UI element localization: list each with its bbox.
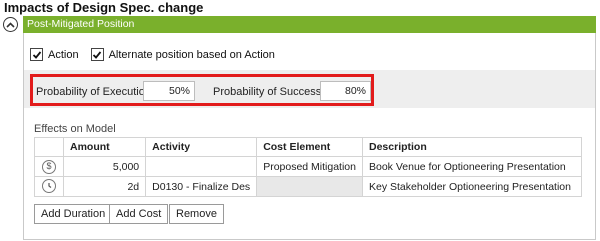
duration-clock-icon bbox=[41, 179, 56, 193]
checkmark-icon bbox=[32, 50, 41, 59]
action-checkbox-label: Action bbox=[48, 48, 79, 61]
table-row[interactable]: 2d D0130 - Finalize Des Key Stakeholder … bbox=[34, 176, 582, 197]
execution-probability-input[interactable]: 50% bbox=[143, 81, 195, 101]
effects-section-label: Effects on Model bbox=[34, 123, 116, 135]
option-checkboxes: Action Alternate position based on Actio… bbox=[30, 48, 287, 61]
action-checkbox[interactable] bbox=[30, 48, 43, 61]
row-icon-cell: $ bbox=[34, 156, 64, 177]
alternate-position-checkbox[interactable] bbox=[90, 48, 104, 61]
alternate-position-label: Alternate position based on Action bbox=[108, 48, 275, 61]
success-probability-input[interactable]: 80% bbox=[320, 81, 371, 101]
remove-button[interactable]: Remove bbox=[169, 204, 224, 224]
post-mitigated-panel: Action Alternate position based on Actio… bbox=[23, 33, 596, 240]
cost-element-cell[interactable]: Proposed Mitigation bbox=[256, 156, 363, 177]
row-icon-cell bbox=[34, 176, 64, 197]
column-header-description[interactable]: Description bbox=[362, 137, 582, 157]
effects-table: Amount Activity Cost Element Description… bbox=[34, 137, 582, 197]
column-header-activity[interactable]: Activity bbox=[145, 137, 258, 157]
add-cost-button[interactable]: Add Cost bbox=[109, 204, 169, 224]
chevron-up-icon bbox=[6, 21, 15, 28]
column-header-amount[interactable]: Amount bbox=[62, 137, 147, 157]
table-row[interactable]: $ 5,000 Proposed Mitigation Book Venue f… bbox=[34, 156, 582, 177]
description-cell[interactable]: Book Venue for Optioneering Presentation bbox=[362, 156, 582, 177]
checkmark-icon bbox=[92, 50, 102, 59]
dollar-icon: $ bbox=[41, 159, 56, 174]
collapse-toggle-button[interactable] bbox=[3, 17, 18, 32]
activity-cell[interactable]: D0130 - Finalize Des bbox=[145, 176, 258, 197]
description-cell[interactable]: Key Stakeholder Optioneering Presentatio… bbox=[362, 176, 582, 197]
execution-probability-label: Probability of Execution: bbox=[36, 86, 155, 98]
amount-cell[interactable]: 5,000 bbox=[62, 156, 147, 177]
add-duration-button[interactable]: Add Duration bbox=[34, 204, 113, 224]
table-header-row: Amount Activity Cost Element Description bbox=[34, 137, 582, 157]
page-title: Impacts of Design Spec. change bbox=[4, 0, 204, 15]
cost-element-cell bbox=[256, 176, 363, 197]
icon-column-header bbox=[34, 137, 64, 157]
success-probability-label: Probability of Success: bbox=[213, 86, 325, 98]
column-header-cost-element[interactable]: Cost Element bbox=[256, 137, 363, 157]
amount-cell[interactable]: 2d bbox=[62, 176, 147, 197]
activity-cell[interactable] bbox=[145, 156, 258, 177]
section-header: Post-Mitigated Position bbox=[23, 16, 596, 33]
